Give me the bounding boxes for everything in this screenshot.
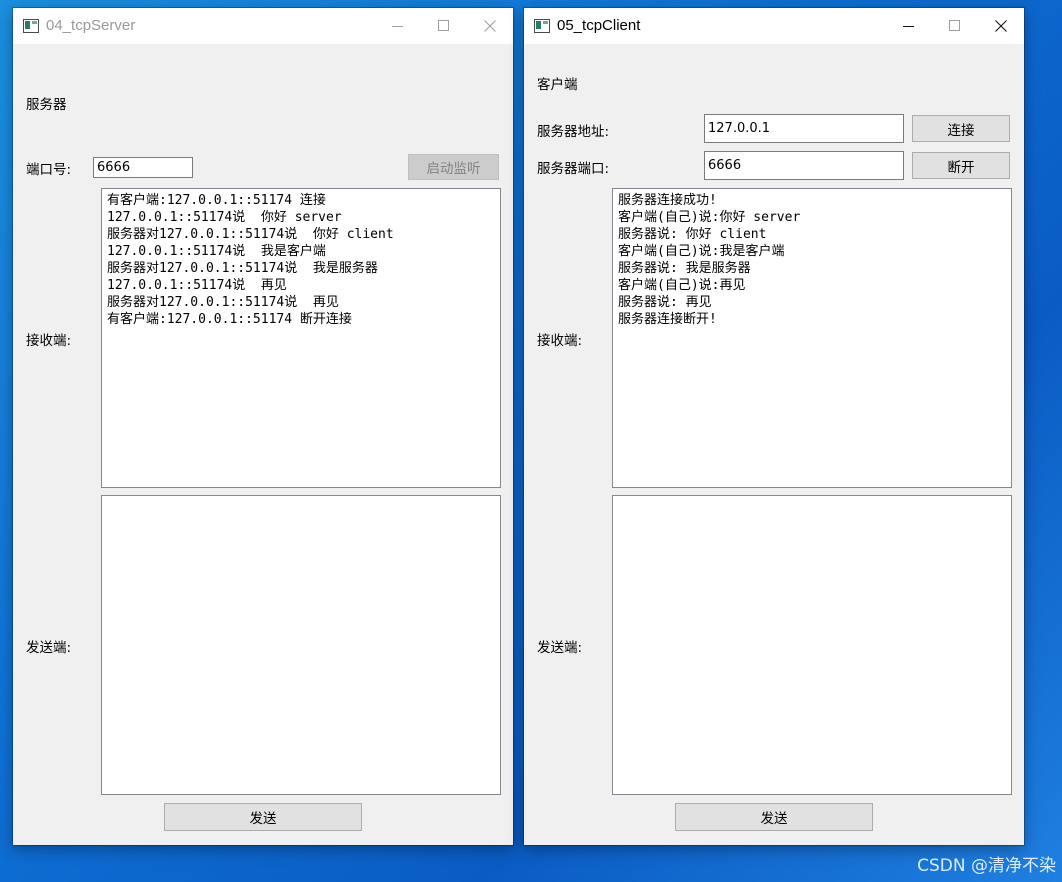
server-heading: 服务器 [26,97,67,113]
receive-line: 127.0.0.1::51174说 我是客户端 [107,244,326,259]
server-port-input[interactable] [704,151,904,180]
receive-label: 接收端: [26,333,72,349]
receive-line: 有客户端:127.0.0.1::51174 断开连接 [107,312,352,327]
send-button[interactable]: 发送 [164,803,362,831]
receive-line: 客户端(自己)说:再见 [618,278,746,293]
receive-line: 服务器连接断开! [618,312,717,327]
receive-line: 127.0.0.1::51174说 你好 server [107,210,342,225]
receive-line: 有客户端:127.0.0.1::51174 连接 [107,193,326,208]
close-button[interactable] [978,8,1024,44]
window-title: 05_tcpClient [557,17,641,34]
receive-line: 127.0.0.1::51174说 再见 [107,278,287,293]
send-label: 发送端: [537,640,583,656]
maximize-button[interactable] [932,8,978,44]
receive-line: 服务器说: 我是服务器 [618,261,751,276]
send-button[interactable]: 发送 [675,803,873,831]
client-window: 05_tcpClient 客户端 服务器地址: 连接 服务器端口: 断开 接收端… [524,8,1024,845]
receive-line: 服务器说: 你好 client [618,227,767,242]
send-textbox[interactable] [101,495,501,795]
send-label: 发送端: [26,640,72,656]
server-titlebar[interactable]: 04_tcpServer [13,8,513,44]
receive-line: 服务器连接成功! [618,193,717,208]
maximize-button[interactable] [421,8,467,44]
disconnect-button[interactable]: 断开 [912,152,1010,179]
receive-line: 服务器说: 再见 [618,295,712,310]
close-icon [484,20,496,32]
receive-textbox[interactable]: 服务器连接成功! 客户端(自己)说:你好 server 服务器说: 你好 clien… [612,188,1012,488]
app-icon [534,19,550,33]
client-heading: 客户端 [537,77,578,93]
server-address-input[interactable] [704,114,904,143]
maximize-icon [438,20,449,31]
watermark: CSDN @清净不染 [917,856,1056,876]
send-textbox[interactable] [612,495,1012,795]
receive-textbox[interactable]: 有客户端:127.0.0.1::51174 连接127.0.0.1::51174… [101,188,501,488]
server-address-label: 服务器地址: [537,124,610,140]
window-title: 04_tcpServer [46,17,136,34]
receive-label: 接收端: [537,333,583,349]
connect-button[interactable]: 连接 [912,115,1010,142]
receive-line: 客户端(自己)说:我是客户端 [618,244,785,259]
close-icon [995,20,1007,32]
port-input[interactable] [93,157,193,178]
server-port-label: 服务器端口: [537,161,610,177]
receive-line: 客户端(自己)说:你好 server [618,210,801,225]
minimize-icon [903,26,914,27]
app-icon [23,19,39,33]
minimize-button[interactable] [375,8,421,44]
receive-line: 服务器对127.0.0.1::51174说 你好 client [107,227,394,242]
minimize-button[interactable] [886,8,932,44]
minimize-icon [392,26,403,27]
start-listen-button[interactable]: 启动监听 [408,154,499,180]
close-button[interactable] [467,8,513,44]
server-window: 04_tcpServer 服务器 端口号: 启动监听 接收端: 有客户端:127… [13,8,513,845]
client-titlebar[interactable]: 05_tcpClient [524,8,1024,44]
maximize-icon [949,20,960,31]
receive-line: 服务器对127.0.0.1::51174说 再见 [107,295,339,310]
port-label: 端口号: [26,162,72,178]
receive-line: 服务器对127.0.0.1::51174说 我是服务器 [107,261,378,276]
